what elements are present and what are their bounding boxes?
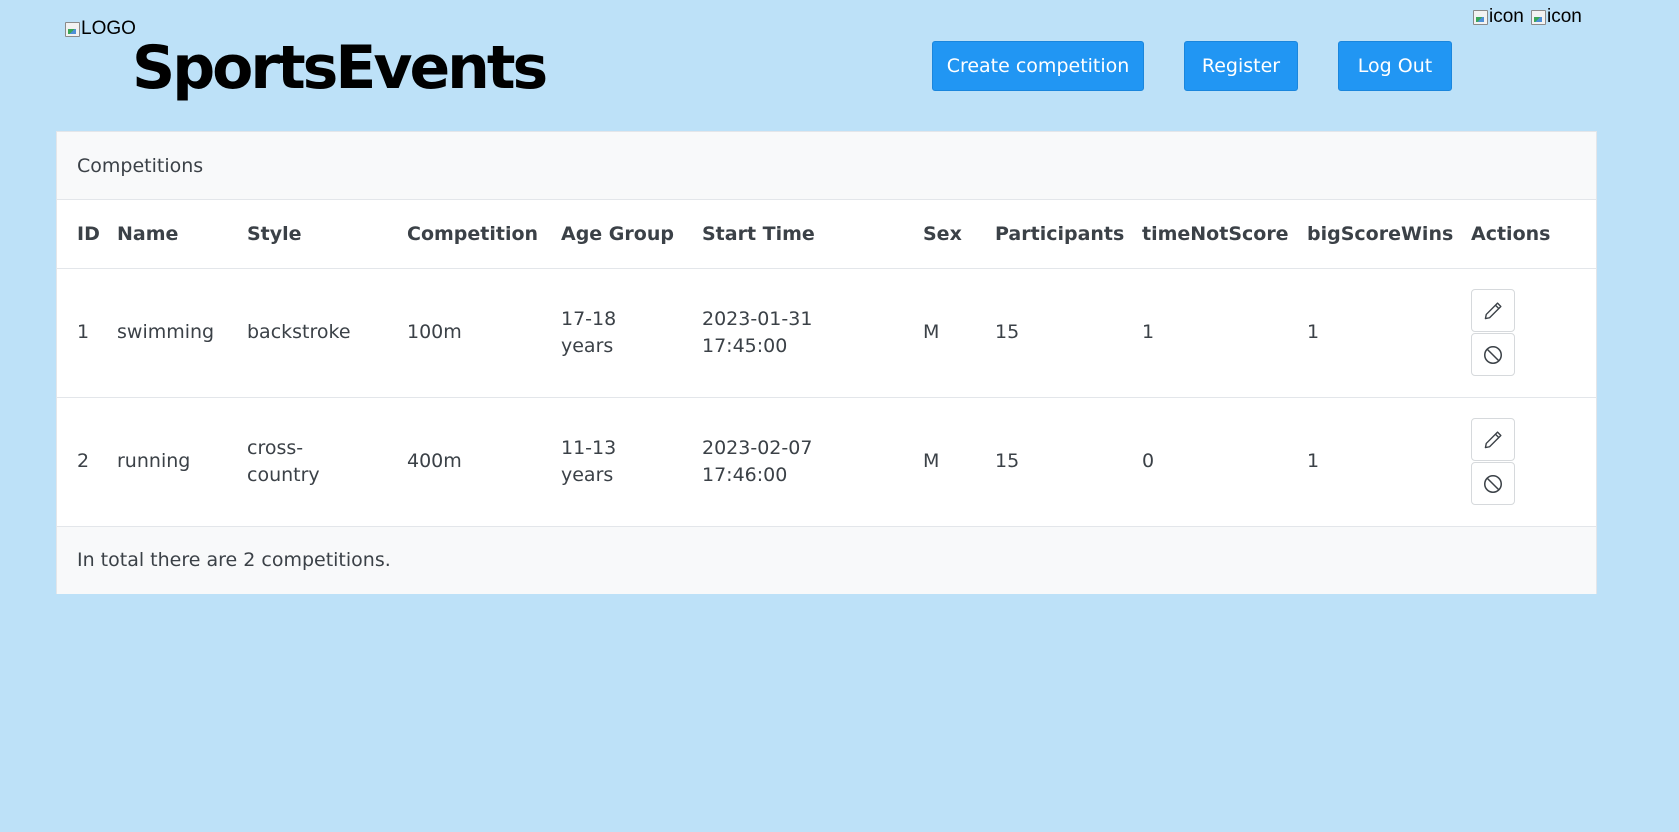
broken-image-icon [64, 21, 80, 37]
column-header-style: Style [247, 200, 407, 269]
cell-actions [1471, 268, 1596, 398]
card-footer: In total there are 2 competitions. [57, 526, 1596, 594]
create-competition-button[interactable]: Create competition [932, 41, 1144, 91]
table-row: 2 running cross-country 400m 11-13 years… [57, 397, 1596, 527]
cell-big-score-wins: 1 [1307, 397, 1471, 527]
cell-participants: 15 [995, 397, 1142, 527]
page: LOGO icon icon SportsEvents Create compe… [0, 0, 1679, 832]
competitions-table: ID Name Style Competition Age Group Star… [57, 200, 1596, 527]
delete-button[interactable] [1471, 333, 1515, 376]
logout-button[interactable]: Log Out [1338, 41, 1452, 91]
cell-name: swimming [117, 268, 247, 398]
cell-name: running [117, 397, 247, 527]
icon-alt-text: icon [1489, 6, 1524, 27]
start-date: 2023-01-31 [702, 307, 813, 330]
column-header-start-time: Start Time [702, 200, 923, 269]
column-header-age-group: Age Group [561, 200, 702, 269]
cell-sex: M [923, 397, 995, 527]
cell-competition: 100m [407, 268, 561, 398]
cell-big-score-wins: 1 [1307, 268, 1471, 398]
pencil-icon [1484, 430, 1502, 448]
cell-actions [1471, 397, 1596, 527]
column-header-id: ID [57, 200, 117, 269]
delete-button[interactable] [1471, 462, 1515, 505]
start-clock: 17:45:00 [702, 334, 788, 357]
column-header-competition: Competition [407, 200, 561, 269]
cell-style: backstroke [247, 268, 407, 398]
cell-age-group: 11-13 years [561, 397, 702, 527]
icon-alt-text: icon [1547, 6, 1582, 27]
header-icon-image[interactable]: icon [1472, 7, 1524, 26]
start-clock: 17:46:00 [702, 463, 788, 486]
cell-id: 2 [57, 397, 117, 527]
cell-time-not-score: 1 [1142, 268, 1307, 398]
header-icon-image[interactable]: icon [1530, 7, 1582, 26]
card-title: Competitions [57, 132, 1596, 200]
column-header-name: Name [117, 200, 247, 269]
competitions-card: Competitions ID Name Style Competition A… [56, 131, 1597, 594]
cell-start-time: 2023-01-31 17:45:00 [702, 268, 923, 398]
start-date: 2023-02-07 [702, 436, 813, 459]
logo-alt-text: LOGO [81, 18, 136, 39]
broken-image-icon [1530, 9, 1546, 25]
cell-id: 1 [57, 268, 117, 398]
pencil-icon [1484, 301, 1502, 319]
column-header-big-score-wins: bigScoreWins [1307, 200, 1471, 269]
brand-title: SportsEvents [132, 33, 548, 103]
column-header-time-not-score: timeNotScore [1142, 200, 1307, 269]
edit-button[interactable] [1471, 289, 1515, 332]
cell-time-not-score: 0 [1142, 397, 1307, 527]
column-header-participants: Participants [995, 200, 1142, 269]
cell-start-time: 2023-02-07 17:46:00 [702, 397, 923, 527]
edit-button[interactable] [1471, 418, 1515, 461]
ban-icon [1483, 474, 1503, 493]
register-button[interactable]: Register [1184, 41, 1298, 91]
ban-icon [1483, 345, 1503, 364]
cell-competition: 400m [407, 397, 561, 527]
cell-sex: M [923, 268, 995, 398]
cell-age-group: 17-18 years [561, 268, 702, 398]
broken-image-icon [1472, 9, 1488, 25]
cell-style: cross-country [247, 397, 407, 527]
table-row: 1 swimming backstroke 100m 17-18 years 2… [57, 268, 1596, 398]
cell-participants: 15 [995, 268, 1142, 398]
column-header-sex: Sex [923, 200, 995, 269]
table-header-row: ID Name Style Competition Age Group Star… [57, 200, 1596, 269]
column-header-actions: Actions [1471, 200, 1596, 269]
logo-image: LOGO [64, 19, 136, 38]
